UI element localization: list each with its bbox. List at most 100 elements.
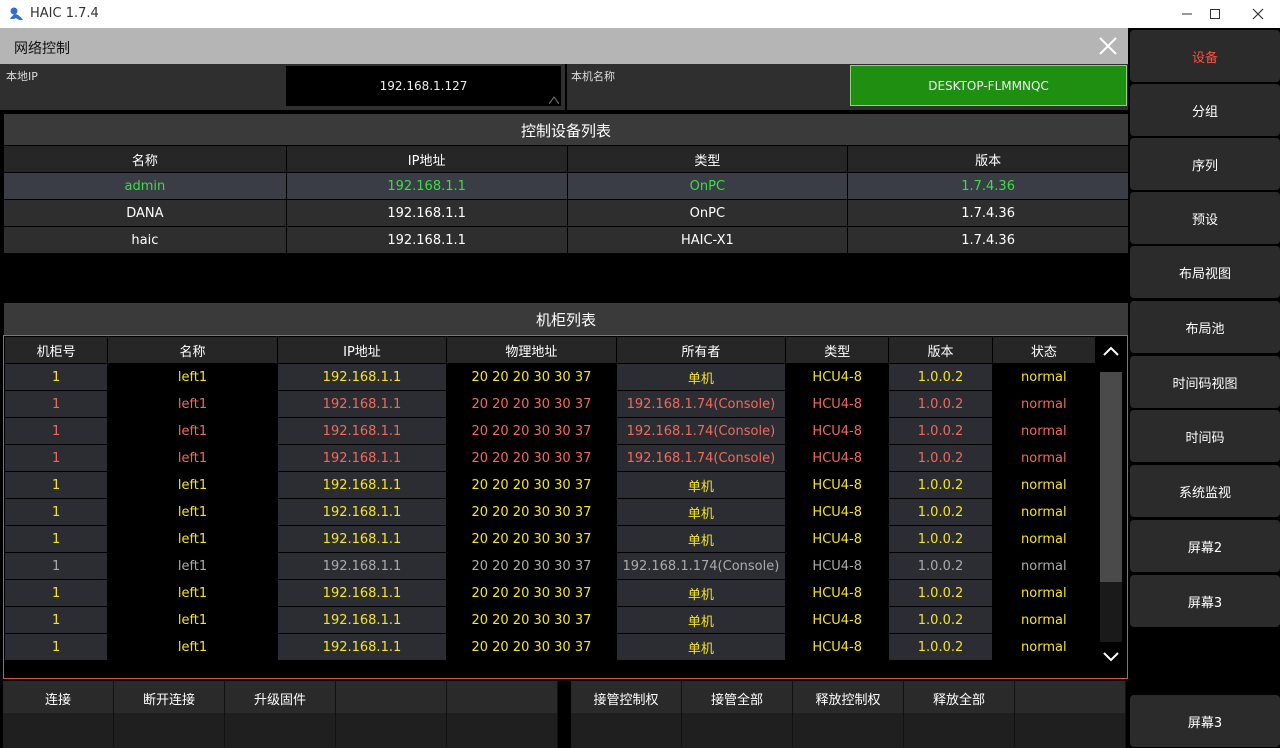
cabinet-name: left1 [108, 364, 277, 390]
table-row[interactable]: 1 left1 192.168.1.1 20 20 20 30 30 37 单机 HCU4… [5, 472, 1095, 498]
close-icon [1252, 8, 1264, 20]
close-window-button[interactable] [1235, 0, 1280, 28]
cabinet-mac: 20 20 20 30 30 37 [447, 499, 616, 525]
cabinet-type: HCU4-8 [786, 391, 889, 417]
device-version: 1.7.4.36 [848, 227, 1128, 253]
local-ip-label: 本地IP [6, 70, 38, 83]
cabinet-status: normal [992, 526, 1095, 552]
take-control-button[interactable]: 接管控制权 [571, 681, 682, 748]
table-row[interactable]: DANA 192.168.1.1 OnPC 1.7.4.36 [4, 200, 1128, 226]
empty-button[interactable] [1015, 681, 1126, 748]
table-row[interactable]: 1 left1 192.168.1.1 20 20 20 30 30 37 192.16… [5, 553, 1095, 579]
resize-corner-icon [549, 96, 559, 104]
cabinet-type: HCU4-8 [786, 472, 889, 498]
cabinet-type: HCU4-8 [786, 364, 889, 390]
empty-button[interactable] [336, 681, 447, 748]
host-name-row: 本机名称 DESKTOP-FLMMNQC [567, 64, 1128, 110]
table-row[interactable]: 1 left1 192.168.1.1 20 20 20 30 30 37 单机 HCU4… [5, 607, 1095, 633]
local-ip-field[interactable]: 192.168.1.127 [286, 66, 561, 106]
column-header[interactable]: 类型 [567, 146, 848, 172]
device-ip: 192.168.1.1 [286, 227, 567, 253]
sidebar-item-screen3-bottom[interactable]: 屏幕3 [1130, 695, 1280, 747]
cabinet-mac: 20 20 20 30 30 37 [447, 526, 616, 552]
cabinet-name: left1 [108, 607, 277, 633]
column-header[interactable]: 名称 [4, 146, 286, 172]
column-header[interactable]: 版本 [848, 146, 1128, 172]
column-header[interactable]: 类型 [786, 337, 889, 363]
cabinet-scrollbar[interactable] [1098, 338, 1124, 674]
table-row[interactable]: haic 192.168.1.1 HAIC-X1 1.7.4.36 [4, 227, 1128, 253]
column-header[interactable]: 名称 [108, 337, 277, 363]
panel-close-icon[interactable] [1096, 34, 1120, 58]
sidebar-item-group[interactable]: 分组 [1130, 84, 1280, 136]
sidebar-item-preset[interactable]: 预设 [1130, 192, 1280, 244]
upgrade-firmware-button[interactable]: 升级固件 [225, 681, 336, 748]
cabinet-status: normal [992, 364, 1095, 390]
empty-button[interactable] [447, 681, 558, 748]
cabinet-status: normal [992, 391, 1095, 417]
cabinet-number: 1 [5, 472, 108, 498]
chevron-down-icon [1103, 652, 1119, 662]
device-ip: 192.168.1.1 [286, 200, 567, 226]
cabinet-owner: 单机 [616, 526, 786, 552]
column-header[interactable]: 物理地址 [447, 337, 616, 363]
cabinet-mac: 20 20 20 30 30 37 [447, 634, 616, 660]
device-name: admin [4, 173, 286, 199]
cabinet-owner: 单机 [616, 472, 786, 498]
column-header[interactable]: 所有者 [616, 337, 786, 363]
device-name: haic [4, 227, 286, 253]
cabinet-ip: 192.168.1.1 [277, 445, 447, 471]
sidebar-item-layout-view[interactable]: 布局视图 [1130, 246, 1280, 298]
take-all-button[interactable]: 接管全部 [682, 681, 793, 748]
take-all-label: 接管全部 [710, 693, 763, 708]
sidebar-item-screen3[interactable]: 屏幕3 [1130, 575, 1280, 627]
cabinet-ip: 192.168.1.1 [277, 364, 447, 390]
cabinet-mac: 20 20 20 30 30 37 [447, 607, 616, 633]
cabinet-type: HCU4-8 [786, 607, 889, 633]
cabinet-name: left1 [108, 391, 277, 417]
cabinet-mac: 20 20 20 30 30 37 [447, 580, 616, 606]
column-header[interactable]: 状态 [992, 337, 1095, 363]
table-row[interactable]: 1 left1 192.168.1.1 20 20 20 30 30 37 单机 HCU4… [5, 364, 1095, 390]
cabinet-version: 1.0.0.2 [889, 364, 992, 390]
cabinet-mac: 20 20 20 30 30 37 [447, 553, 616, 579]
cabinet-number: 1 [5, 526, 108, 552]
table-row[interactable]: admin 192.168.1.1 OnPC 1.7.4.36 [4, 173, 1128, 199]
disconnect-label: 断开连接 [142, 693, 195, 708]
local-ip-row: 本地IP 192.168.1.127 [0, 64, 565, 110]
cabinet-list-title: 机柜列表 [4, 303, 1128, 335]
scroll-up-button[interactable] [1098, 338, 1124, 364]
sidebar-item-system-monitor[interactable]: 系统监视 [1130, 465, 1280, 517]
right-button-bar: 接管控制权 接管全部 释放控制权 释放全部 [571, 681, 1126, 748]
table-row[interactable]: 1 left1 192.168.1.1 20 20 20 30 30 37 192.16… [5, 391, 1095, 417]
scroll-thumb[interactable] [1100, 372, 1122, 582]
scroll-down-button[interactable] [1098, 644, 1124, 670]
column-header[interactable]: IP地址 [286, 146, 567, 172]
host-name-field[interactable]: DESKTOP-FLMMNQC [850, 65, 1127, 106]
connect-button[interactable]: 连接 [3, 681, 114, 748]
sidebar-item-layout-pool[interactable]: 布局池 [1130, 301, 1280, 353]
column-header[interactable]: IP地址 [277, 337, 447, 363]
sidebar-item-timecode-view[interactable]: 时间码视图 [1130, 356, 1280, 408]
sidebar-item-screen2[interactable]: 屏幕2 [1130, 520, 1280, 572]
table-row[interactable]: 1 left1 192.168.1.1 20 20 20 30 30 37 单机 HCU4… [5, 580, 1095, 606]
maximize-button[interactable] [1192, 0, 1238, 28]
sidebar-item-device[interactable]: 设备 [1130, 30, 1280, 82]
column-header[interactable]: 版本 [889, 337, 992, 363]
sidebar-item-timecode[interactable]: 时间码 [1130, 410, 1280, 462]
table-row[interactable]: 1 left1 192.168.1.1 20 20 20 30 30 37 192.16… [5, 418, 1095, 444]
cabinet-table: 机柜号 名称 IP地址 物理地址 所有者 类型 版本 状态 1 left1 192.168.1.1… [4, 336, 1096, 661]
release-all-button[interactable]: 释放全部 [904, 681, 1015, 748]
disconnect-button[interactable]: 断开连接 [114, 681, 225, 748]
cabinet-name: left1 [108, 472, 277, 498]
table-row[interactable]: 1 left1 192.168.1.1 20 20 20 30 30 37 192.16… [5, 445, 1095, 471]
cabinet-ip: 192.168.1.1 [277, 526, 447, 552]
table-row[interactable]: 1 left1 192.168.1.1 20 20 20 30 30 37 单机 HCU4… [5, 499, 1095, 525]
column-header[interactable]: 机柜号 [5, 337, 108, 363]
sidebar-item-sequence[interactable]: 序列 [1130, 138, 1280, 190]
cabinet-type: HCU4-8 [786, 445, 889, 471]
table-row[interactable]: 1 left1 192.168.1.1 20 20 20 30 30 37 单机 HCU4… [5, 526, 1095, 552]
table-row[interactable]: 1 left1 192.168.1.1 20 20 20 30 30 37 单机 HCU4… [5, 634, 1095, 660]
release-control-button[interactable]: 释放控制权 [793, 681, 904, 748]
chevron-up-icon [1103, 346, 1119, 356]
